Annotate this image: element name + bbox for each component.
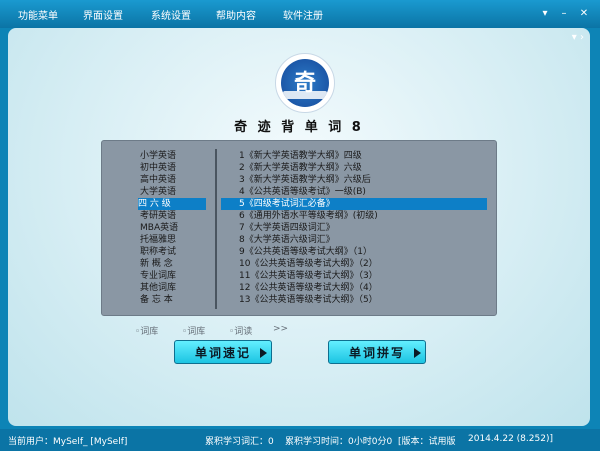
book-item[interactable]: 9《公共英语等级考试大纲》（1） <box>239 246 491 258</box>
list-divider[interactable] <box>215 149 217 309</box>
spelling-label: 单词拼写 <box>348 346 405 360</box>
spelling-button[interactable]: 单词拼写 <box>328 340 426 364</box>
category-item[interactable]: 其他词库 <box>140 282 180 294</box>
book-item[interactable]: 1《新大学英语教学大纲》四级 <box>239 150 491 162</box>
category-item-selected[interactable]: 四 六 级 <box>138 198 206 210</box>
book-item[interactable]: 7《大学英语四级词汇》 <box>239 222 491 234</box>
close-icon[interactable]: ✕ <box>576 6 592 20</box>
menu-function[interactable]: 功能菜单 <box>18 7 58 22</box>
app-title: 奇 迹 背 单 词 8 <box>234 120 364 135</box>
logo-emblem: 奇 <box>281 59 329 107</box>
tab-word-library[interactable]: ◦词库 <box>135 324 158 337</box>
menu-register[interactable]: 软件注册 <box>283 7 323 22</box>
category-item[interactable]: 高中英语 <box>140 174 180 186</box>
word-library-panel: 小学英语 初中英语 高中英语 大学英语 四 六 级 考研英语 MBA英语 托福雅… <box>101 140 497 316</box>
book-item[interactable]: 12《公共英语等级考试大纲》（4） <box>239 282 491 294</box>
category-item[interactable]: 托福雅思 <box>140 234 180 246</box>
category-item[interactable]: 初中英语 <box>140 162 180 174</box>
book-item[interactable]: 11《公共英语等级考试大纲》（3） <box>239 270 491 282</box>
book-item[interactable]: 8《大学英语六级词汇》 <box>239 234 491 246</box>
book-item[interactable]: 10《公共英语等级考试大纲》（2） <box>239 258 491 270</box>
minimize-icon[interactable]: – <box>556 6 572 20</box>
quick-memorize-button[interactable]: 单词速记 <box>174 340 272 364</box>
current-user: 当前用户：MySelf_ [MySelf] <box>8 437 128 447</box>
play-arrow-icon <box>414 348 421 358</box>
book-item[interactable]: 6《通用外语水平等级考纲》(初级) <box>239 210 491 222</box>
dropdown-icon[interactable]: ▾ <box>537 6 553 20</box>
app-logo: 奇 <box>275 53 335 113</box>
study-time: 累积学习时间：0小时0分0 <box>285 437 393 447</box>
category-item[interactable]: 备 忘 本 <box>140 294 180 306</box>
category-item[interactable]: 专业词库 <box>140 270 180 282</box>
book-item-selected[interactable]: 5《四级考试词汇必备》 <box>221 198 487 210</box>
quick-memorize-label: 单词速记 <box>194 346 251 360</box>
category-item[interactable]: 大学英语 <box>140 186 180 198</box>
category-item[interactable]: 小学英语 <box>140 150 180 162</box>
category-item[interactable]: 职称考试 <box>140 246 180 258</box>
category-item[interactable]: MBA英语 <box>140 222 180 234</box>
tab-phrase-library[interactable]: ◦词库 <box>182 324 205 337</box>
menu-bar: 功能菜单 界面设置 系统设置 帮助内容 软件注册 ▾ – ✕ <box>0 0 600 28</box>
book-item[interactable]: 4《公共英语等级考试》一级(B) <box>239 186 491 198</box>
tab-more[interactable]: >> <box>273 324 288 334</box>
book-item[interactable]: 2《新大学英语教学大纲》六级 <box>239 162 491 174</box>
logo-band <box>283 91 327 99</box>
status-bar: 当前用户：MySelf_ [MySelf] 累积学习词汇：0 累积学习时间：0小… <box>0 429 600 451</box>
menu-system-settings[interactable]: 系统设置 <box>151 7 191 22</box>
main-panel: ▾ › 奇 奇 迹 背 单 词 8 小学英语 初中英语 高中英语 大学英语 四 … <box>8 28 590 426</box>
book-item[interactable]: 13《公共英语等级考试大纲》（5） <box>239 294 491 306</box>
menu-help[interactable]: 帮助内容 <box>216 7 256 22</box>
panel-arrow-icon[interactable]: ▾ › <box>572 32 584 43</box>
tab-word-reading[interactable]: ◦词读 <box>229 324 252 337</box>
words-learned: 累积学习词汇：0 <box>205 437 274 447</box>
menu-interface-settings[interactable]: 界面设置 <box>83 7 123 22</box>
version-type: [版本：试用版 <box>398 437 456 447</box>
play-arrow-icon <box>260 348 267 358</box>
category-item[interactable]: 新 概 念 <box>140 258 180 270</box>
category-item[interactable]: 考研英语 <box>140 210 180 222</box>
version-date-build: 2014.4.22 (8.252)] <box>468 434 553 444</box>
book-item[interactable]: 3《新大学英语教学大纲》六级后 <box>239 174 491 186</box>
